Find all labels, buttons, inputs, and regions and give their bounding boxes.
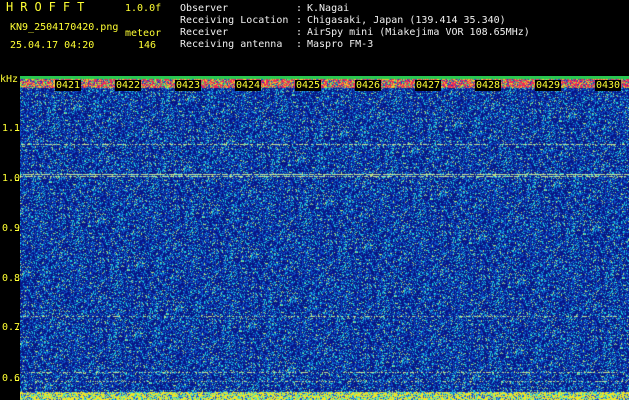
spectrogram-canvas [20,76,629,400]
time-label: 0430 [595,80,622,91]
spectrogram [20,76,629,400]
y-tick-label: 0.6 [2,373,21,384]
y-tick-label: 1.1 [2,123,21,134]
time-label: 0421 [55,80,82,91]
time-label: 0429 [535,80,562,91]
version-label: 1.0.0f [125,3,162,14]
receiver-value: AirSpy mini (Miakejima VOR 108.65MHz) [307,27,530,38]
y-tick-mark [15,380,19,381]
filename-label: KN9_2504170420.png [10,22,119,33]
receiver-sep: : [296,27,303,38]
y-tick-mark [15,180,19,181]
y-tick-mark [15,280,19,281]
time-label: 0422 [115,80,142,91]
observer-label: Observer [180,3,229,14]
y-tick-label: 0.9 [2,223,21,234]
receiver-label: Receiver [180,27,229,38]
time-label: 0427 [415,80,442,91]
time-label: 0428 [475,80,502,91]
y-tick-mark [15,130,19,131]
location-label: Receiving Location [180,15,289,26]
app-title: HROFFT [6,0,92,14]
time-label: 0424 [235,80,262,91]
time-label: 0423 [175,80,202,91]
antenna-label: Receiving antenna [180,39,283,50]
observer-sep: : [296,3,303,14]
antenna-sep: : [296,39,303,50]
y-axis-unit: kHz [0,74,19,85]
y-tick-mark [15,230,19,231]
observer-value: K.Nagai [307,3,350,14]
time-label: 0425 [295,80,322,91]
antenna-value: Maspro FM-3 [307,39,374,50]
meteor-count: 146 [137,40,156,51]
location-sep: : [296,15,303,26]
y-tick-label: 0.7 [2,322,21,333]
location-value: Chigasaki, Japan (139.414 35.340) [307,15,506,26]
meteor-label: meteor [125,28,162,39]
y-tick-label: 0.8 [2,273,21,284]
datetime-label: 25.04.17 04:20 [10,40,95,51]
y-tick-mark [15,329,19,330]
time-label: 0426 [355,80,382,91]
y-tick-label: 1.0 [2,173,21,184]
hrofft-window: { "app": { "title": "HROFFT", "version":… [0,0,629,400]
